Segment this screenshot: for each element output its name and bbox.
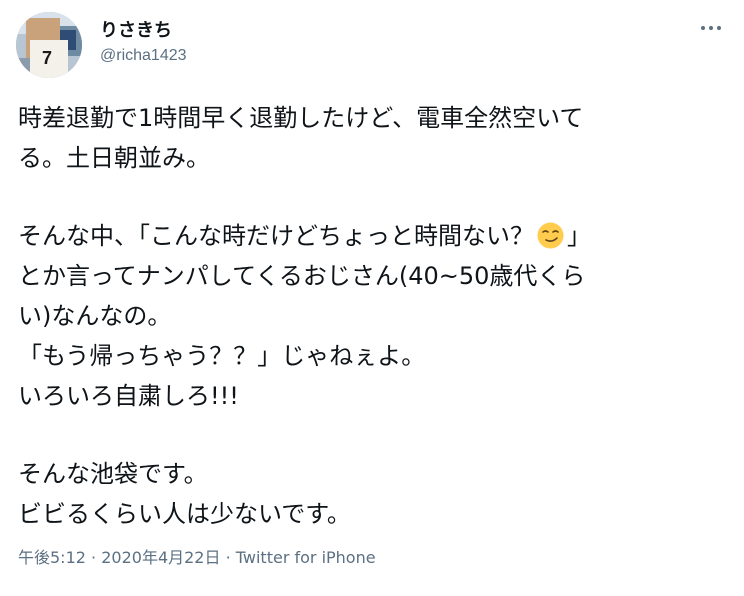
svg-text:7: 7 — [42, 48, 52, 68]
tweet-text-segment: そんな中、「こんな時だけどちょっと時間ない？ — [18, 222, 534, 250]
tweet-text-line: とか言ってナンパしてくるおじさん(40~50歳代くら — [18, 262, 586, 290]
tweet-text-line: いろいろ自粛しろ!!! — [18, 382, 239, 410]
tweet-text-segment: 」 — [567, 222, 591, 250]
tweet-card: 7 りさきち @richa1423 時差退勤で1時間早く退勤したけど、電車全然空… — [0, 0, 744, 596]
tweet-text-line: 時差退勤で1時間早く退勤したけど、電車全然空いて — [18, 104, 584, 132]
tweet-text-line: 「もう帰っちゃう？？」じゃねぇよ。 — [18, 342, 426, 370]
meta-separator: · — [225, 548, 231, 567]
tweet-date-link[interactable]: 2020年4月22日 — [101, 548, 220, 567]
tweet-time-link[interactable]: 午後5:12 — [18, 548, 86, 567]
more-dots-icon[interactable] — [694, 18, 728, 38]
user-handle[interactable]: @richa1423 — [100, 45, 187, 67]
tweet-text-line: い)なんなの。 — [18, 302, 172, 330]
user-names: りさきち @richa1423 — [100, 20, 187, 67]
tweet-text-line: そんな池袋です。 — [18, 460, 208, 488]
tweet-text-line: ビビるくらい人は少ないです。 — [18, 500, 351, 528]
tweet-text-line: そんな中、「こんな時だけどちょっと時間ない？ 」 — [18, 216, 718, 256]
tweet-header: 7 りさきち @richa1423 — [16, 8, 728, 80]
tweet-metadata: 午後5:12 · 2020年4月22日 · Twitter for iPhone — [18, 546, 376, 570]
meta-separator: · — [91, 548, 97, 567]
smirking-face-emoji — [537, 221, 564, 249]
avatar[interactable]: 7 — [16, 12, 82, 78]
tweet-text-line: る。土日朝並み。 — [18, 144, 210, 172]
tweet-source-link[interactable]: Twitter for iPhone — [236, 548, 376, 567]
tweet-text: 時差退勤で1時間早く退勤したけど、電車全然空いて る。土日朝並み。 そんな中、「… — [18, 98, 718, 534]
display-name[interactable]: りさきち — [100, 20, 187, 42]
